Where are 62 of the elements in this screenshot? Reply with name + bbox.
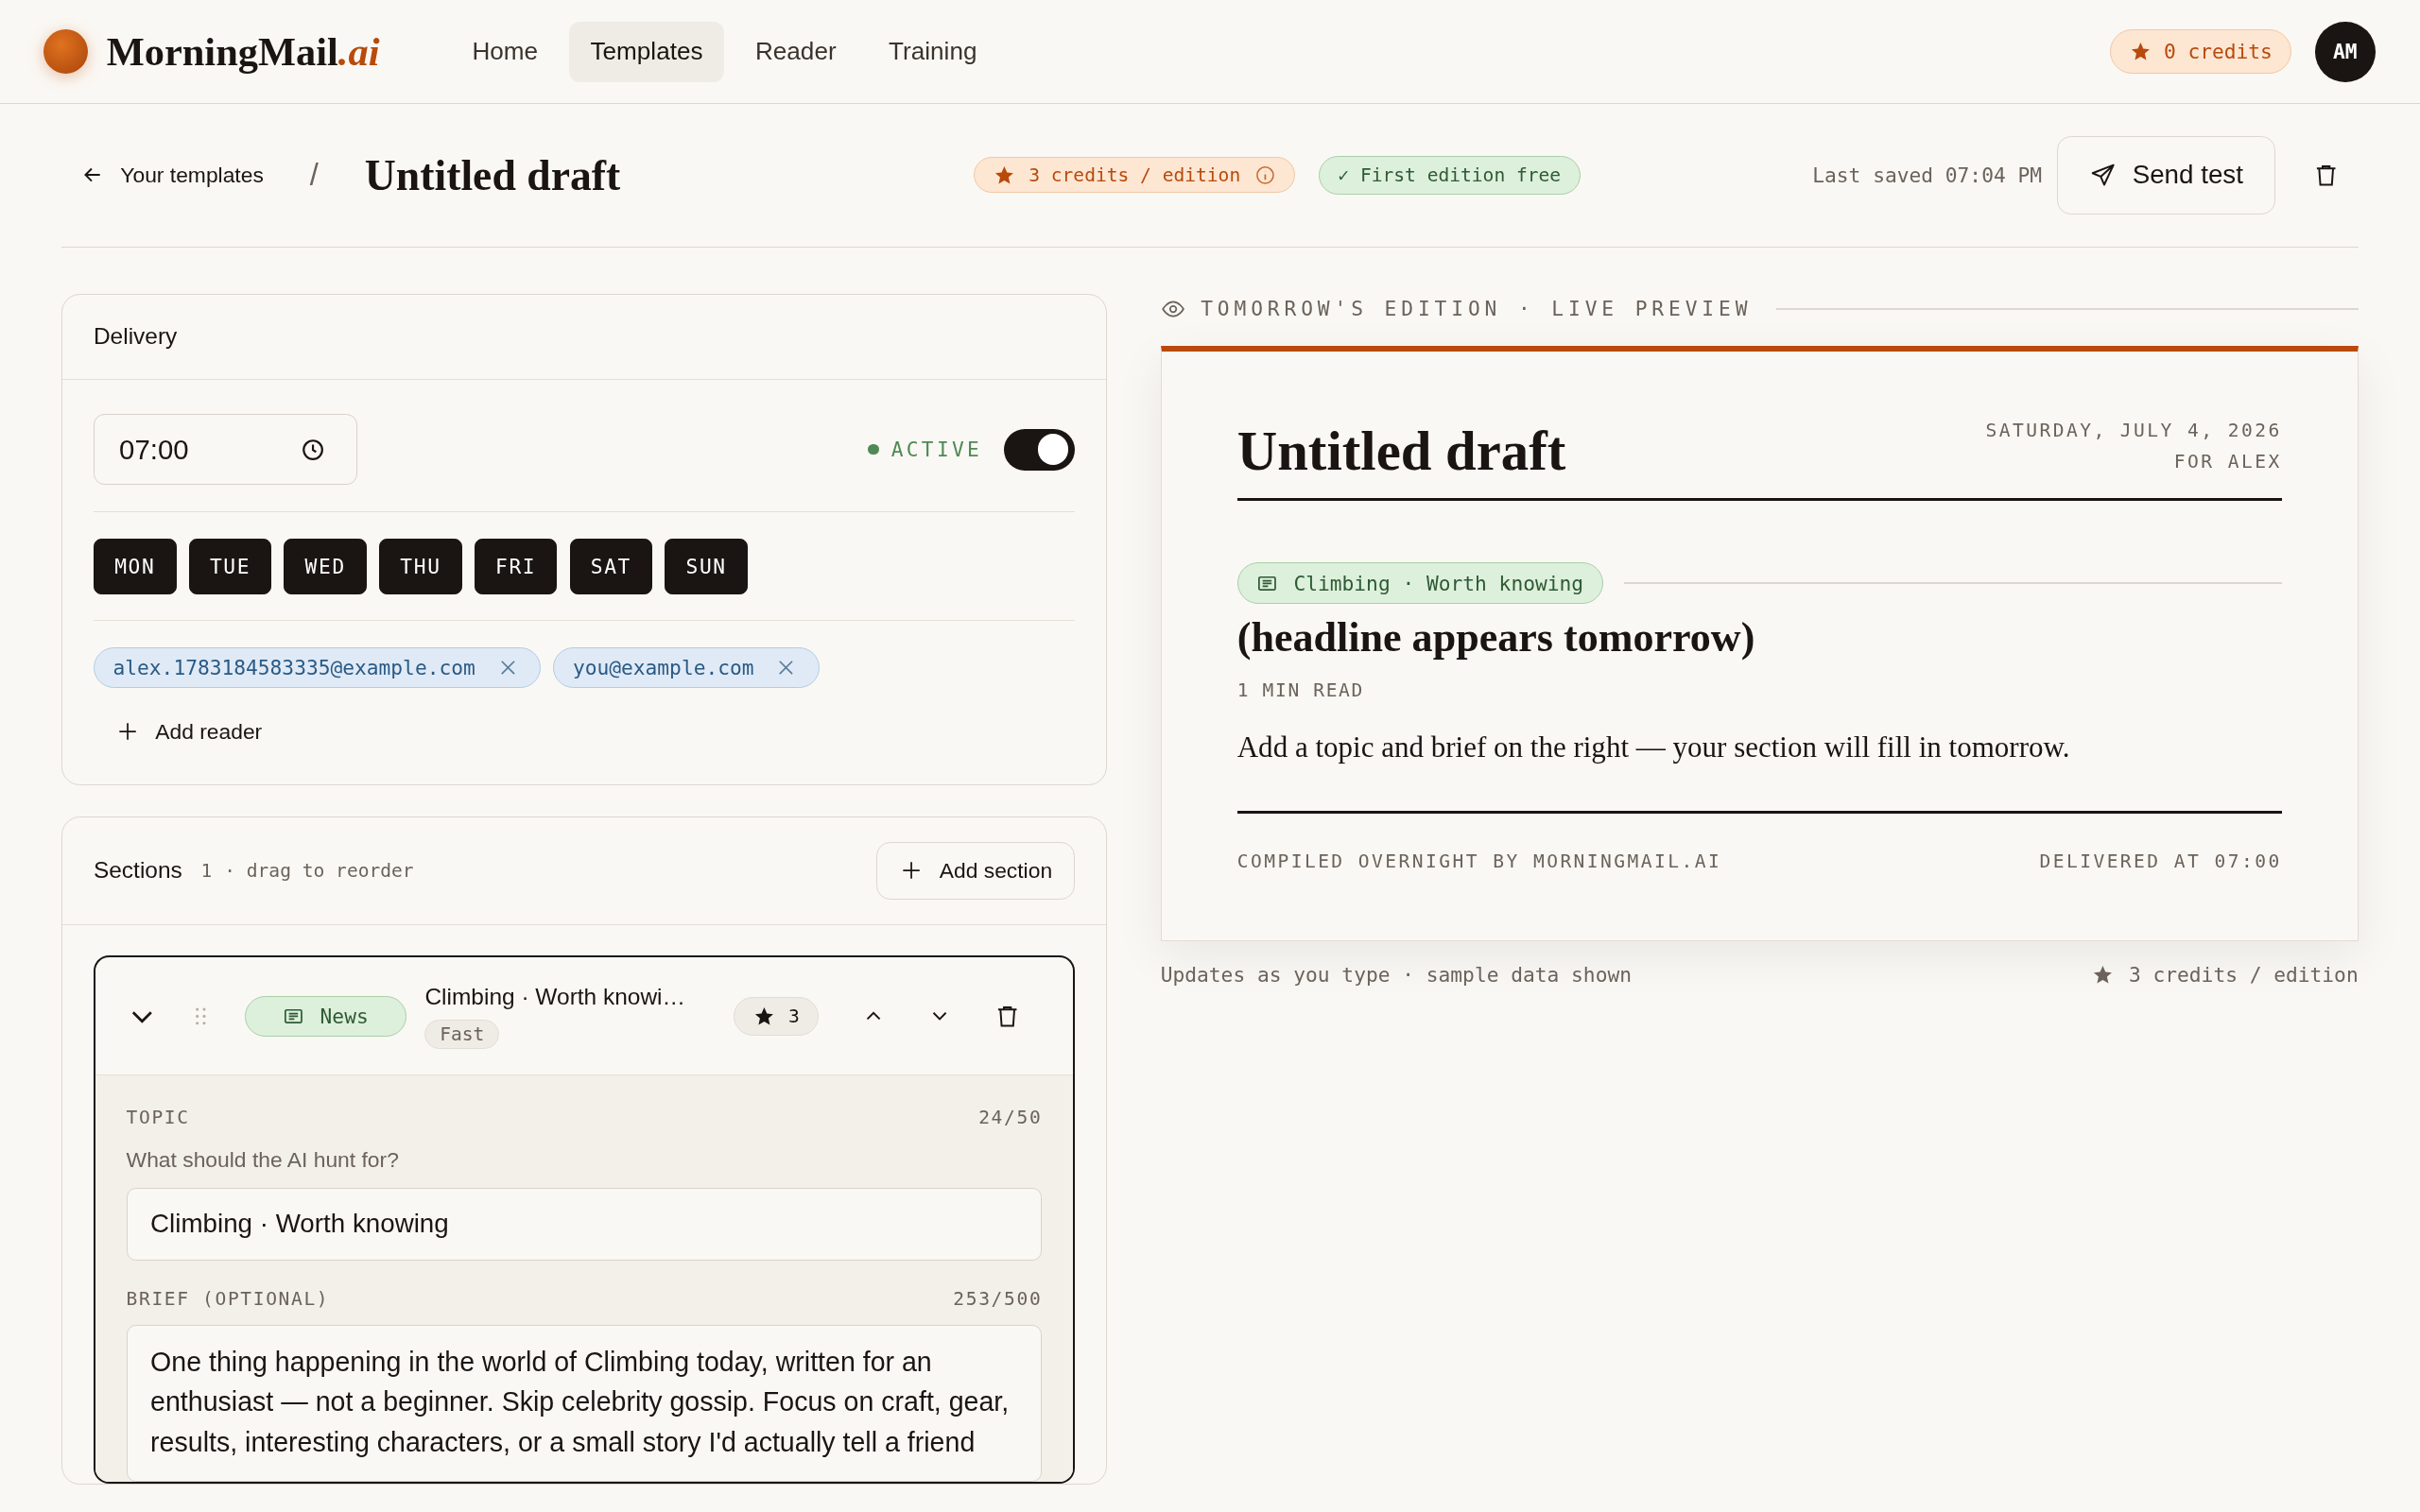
recipient-label: FOR ALEX — [2173, 450, 2282, 472]
time-field[interactable]: 07:00 — [93, 414, 358, 486]
footer-text: COMPILED OVERNIGHT BY MORNINGMAIL.AI — [1236, 850, 1722, 873]
star-icon — [993, 164, 1015, 186]
cost-badge: 3 credits / edition — [974, 157, 1296, 194]
star-icon — [2091, 963, 2114, 986]
section-count: 1 — [200, 859, 213, 882]
newsletter-title: Untitled draft — [1236, 419, 1566, 483]
cost-text: 3 credits / edition — [2128, 962, 2359, 987]
star-icon — [752, 1005, 775, 1027]
edition-date: SATURDAY, JULY 4, 2026 — [1985, 419, 2282, 441]
field-hint: What should the AI hunt for? — [126, 1146, 400, 1173]
add-reader-button[interactable]: Add reader — [114, 719, 1075, 746]
day-toggle[interactable]: SAT — [569, 538, 653, 594]
section-title: Climbing · Worth knowi… — [424, 983, 685, 1010]
char-counter: 24/50 — [978, 1107, 1043, 1129]
section-tag: Climbing · Worth knowing — [1236, 562, 1603, 604]
char-counter: 253/500 — [953, 1288, 1043, 1311]
status-label: ACTIVE — [890, 438, 982, 462]
read-time: 1 MIN READ — [1236, 679, 1364, 701]
send-test-button[interactable]: Send test — [2057, 136, 2275, 215]
delivery-time-text: DELIVERED AT 07:00 — [2039, 850, 2282, 873]
headline: (headline appears tomorrow) — [1236, 612, 1756, 662]
section-type-tag[interactable]: News — [245, 995, 406, 1038]
day-toggle[interactable]: SUN — [665, 538, 748, 594]
preview-note: Updates as you type · sample data shown — [1160, 962, 1632, 987]
day-toggle[interactable]: WED — [284, 538, 368, 594]
credits-badge[interactable]: 0 credits — [2110, 29, 2292, 74]
nav-tab[interactable]: Templates — [568, 21, 725, 82]
brief-field[interactable]: One thing happening in the world of Climbing today, written for an enthusiast — not a beginner. Skip celebrity gossip. Focus on craft, gear, results, interesting characters, or a small story I'd actually tell a friend — [126, 1325, 1043, 1482]
free-badge: ✓ First edition free — [1318, 155, 1581, 196]
brand-logo[interactable]: MorningMail.ai — [106, 28, 380, 76]
body-text: Add a topic and brief on the right — your section will fill in tomorrow. — [1236, 730, 2071, 765]
active-toggle[interactable] — [1003, 428, 1075, 471]
day-toggle[interactable]: FRI — [474, 538, 558, 594]
day-toggle[interactable]: TUE — [188, 538, 272, 594]
field-label: BRIEF (OPTIONAL) — [126, 1288, 330, 1311]
info-icon[interactable] — [1253, 164, 1276, 186]
preview-label: TOMORROW'S EDITION · LIVE PREVIEW — [1201, 297, 1753, 321]
reorder-hint: · drag to reorder — [224, 859, 414, 882]
page-title: Untitled draft — [364, 149, 621, 200]
cost-pill: 3 — [733, 996, 820, 1037]
topic-field[interactable]: Climbing · Worth knowing — [126, 1188, 1043, 1261]
nav-tab[interactable]: Home — [450, 21, 560, 82]
reader-email: you@example.com — [572, 656, 754, 680]
clock-icon — [301, 437, 326, 462]
field-label: TOPIC — [126, 1107, 190, 1129]
nav-tab[interactable]: Training — [867, 21, 999, 82]
add-section-button[interactable]: Add section — [876, 841, 1075, 901]
drag-handle-icon[interactable] — [194, 1005, 209, 1027]
back-link[interactable]: Your templates — [79, 162, 264, 188]
day-toggle[interactable]: THU — [379, 538, 462, 594]
last-saved-text: Last saved 07:04 PM — [1812, 163, 2043, 187]
day-toggle[interactable]: MON — [93, 538, 177, 594]
logo-icon — [43, 29, 89, 75]
breadcrumb-separator: / — [309, 157, 319, 194]
user-avatar[interactable]: AM — [2314, 21, 2376, 82]
reader-email: alex.1783184583335@example.com — [112, 656, 475, 680]
speed-tag: Fast — [424, 1019, 499, 1050]
nav-tab[interactable]: Reader — [734, 21, 858, 82]
card-title: Sections — [93, 857, 182, 885]
card-title: Delivery — [93, 323, 178, 351]
